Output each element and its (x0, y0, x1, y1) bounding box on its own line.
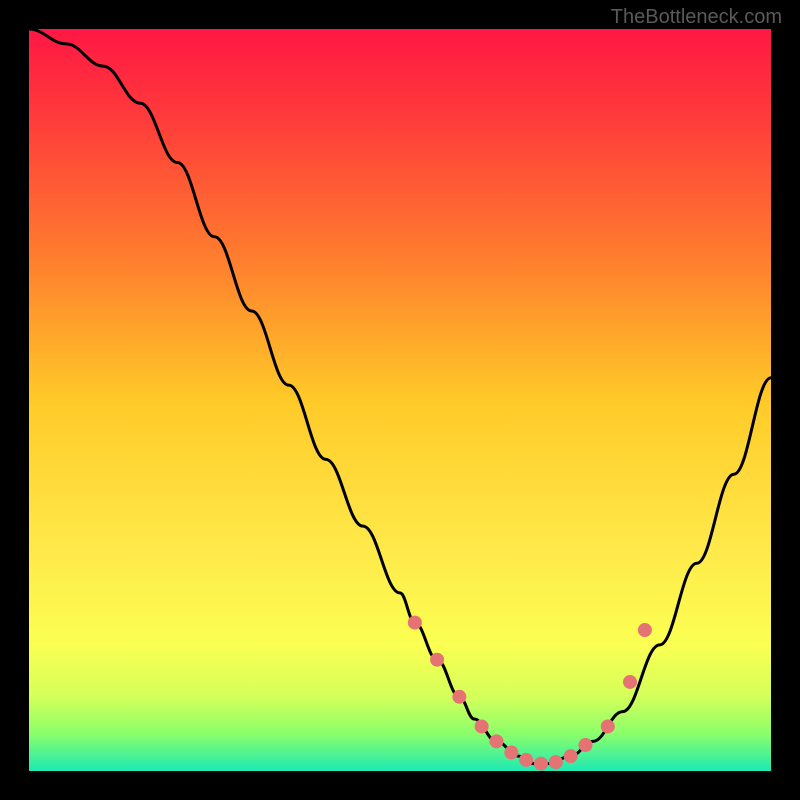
data-point (452, 690, 466, 704)
plot-area (29, 29, 771, 771)
data-point (564, 749, 578, 763)
data-point (475, 719, 489, 733)
data-point (579, 738, 593, 752)
data-point (504, 745, 518, 759)
bottleneck-curve (29, 29, 771, 764)
data-point (623, 675, 637, 689)
data-point (489, 734, 503, 748)
data-markers (408, 616, 652, 771)
data-point (408, 616, 422, 630)
data-point (601, 719, 615, 733)
data-point (638, 623, 652, 637)
data-point (519, 753, 533, 767)
curve-layer (29, 29, 771, 771)
data-point (534, 757, 548, 771)
data-point (549, 755, 563, 769)
data-point (430, 653, 444, 667)
watermark-text: TheBottleneck.com (611, 6, 782, 29)
